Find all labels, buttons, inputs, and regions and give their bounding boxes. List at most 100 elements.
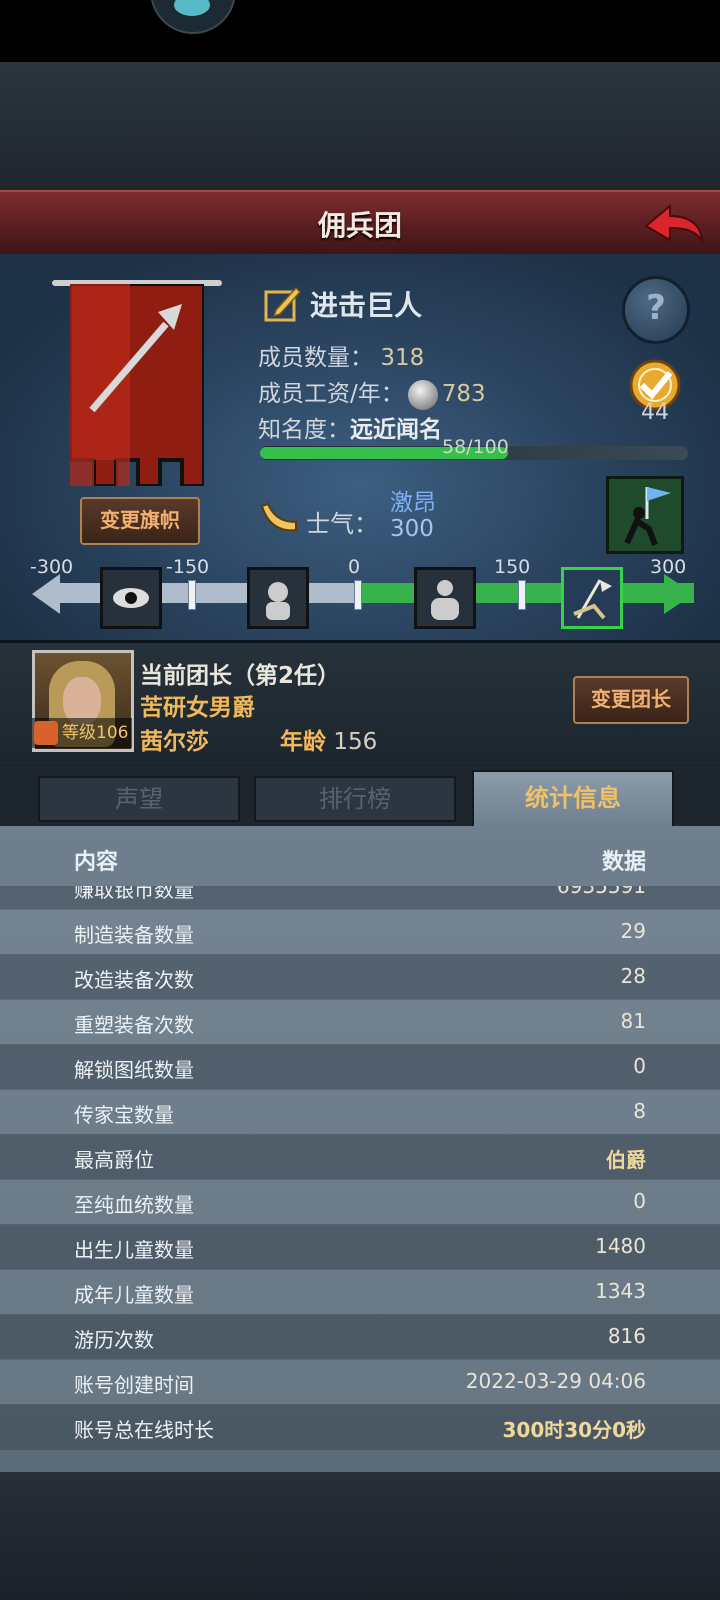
wage-label: 成员工资/年： (258, 381, 404, 407)
back-arrow-icon[interactable] (642, 200, 706, 248)
row-label: 成年儿童数量 (74, 1283, 194, 1307)
morale-value: 300 (390, 516, 434, 542)
morale-label: 士气： (306, 510, 378, 538)
fame-progress-bar: 58/100 (260, 436, 688, 460)
table-row: 赚取银币数量 6935591 (0, 886, 720, 910)
table-row: 改造装备次数 28 (0, 954, 720, 1000)
fame-value: 远近闻名 (350, 417, 442, 443)
change-flag-button[interactable]: 变更旗帜 (80, 497, 200, 545)
table-row: 重塑装备次数 81 (0, 999, 720, 1045)
table-row: 账号创建时间 2022-03-29 04:06 (0, 1359, 720, 1405)
horn-icon (260, 502, 297, 532)
table-row: 成年儿童数量 1343 (0, 1269, 720, 1315)
row-value: 816 (607, 1324, 646, 1348)
scale-tick (354, 580, 362, 610)
scale-label-min: -300 (30, 556, 74, 578)
charge-flag-icon (624, 487, 671, 547)
fame-stat: 知名度：远近闻名 (258, 410, 442, 444)
leader-level-badge: 等级106 (32, 718, 133, 748)
row-label: 赚取银币数量 (74, 886, 194, 902)
row-value: 2022-03-29 04:06 (465, 1369, 646, 1393)
help-button[interactable]: ? (622, 276, 690, 344)
question-icon: ? (646, 288, 666, 328)
column-data: 数据 (601, 850, 646, 875)
row-label: 重塑装备次数 (74, 1013, 194, 1037)
title-bar: 佣兵团 (0, 190, 720, 257)
leader-name: 茜尔莎 (140, 729, 209, 755)
table-row: 账号总在线时长 300时30分0秒 (0, 1404, 720, 1450)
row-value: 1480 (595, 1234, 646, 1258)
wage-stat: 成员工资/年： 783 (258, 374, 486, 410)
row-label: 传家宝数量 (74, 1103, 174, 1127)
guild-banner[interactable] (70, 284, 204, 486)
table-row: 最高爵位 伯爵 (0, 1134, 720, 1180)
row-value: 300时30分0秒 (502, 1418, 647, 1442)
header-backdrop (0, 62, 720, 190)
tab-statistics[interactable]: 统计信息 (472, 770, 674, 830)
members-stat: 成员数量： 318 (258, 338, 424, 372)
row-value: 6935591 (556, 886, 646, 898)
row-label: 至纯血统数量 (74, 1193, 194, 1217)
fame-progress-text: 58/100 (442, 436, 509, 458)
page-title: 佣兵团 (317, 209, 402, 242)
guild-name: 进击巨人 (310, 289, 423, 322)
edit-icon[interactable] (264, 284, 302, 322)
row-label: 改造装备次数 (74, 968, 194, 992)
row-label: 制造装备数量 (74, 923, 194, 947)
table-row: 至纯血统数量 0 (0, 1179, 720, 1225)
table-row: 解锁图纸数量 0 (0, 1044, 720, 1090)
row-value: 0 (633, 1189, 646, 1213)
row-value: 8 (633, 1099, 646, 1123)
row-label: 最高爵位 (74, 1148, 154, 1172)
scale-left-arrow (32, 574, 60, 614)
morale-despair-icon[interactable] (100, 567, 162, 629)
morale-scale-positive (360, 583, 694, 603)
fame-label: 知名度： (258, 417, 350, 443)
row-label: 游历次数 (74, 1328, 154, 1352)
leader-rank: 苦研女男爵 (140, 695, 255, 721)
change-leader-button[interactable]: 变更团长 (573, 676, 689, 724)
table-row: 游历次数 816 (0, 1314, 720, 1360)
scale-tick (188, 580, 196, 610)
morale-status-icon[interactable] (606, 476, 684, 554)
leader-age-label: 年龄 (280, 729, 326, 755)
leader-title: 当前团长（第2任） (140, 663, 341, 689)
morale-fear-icon[interactable] (247, 567, 309, 629)
column-content: 内容 (74, 850, 119, 875)
scale-tick (518, 580, 526, 610)
row-value: 伯爵 (606, 1148, 646, 1172)
silver-coin-icon (407, 379, 438, 410)
morale-calm-icon[interactable] (414, 567, 476, 629)
leader-age: 年龄 156 (280, 722, 377, 756)
level-crest-icon (34, 721, 58, 745)
row-value: 1343 (595, 1279, 646, 1303)
status-bar (0, 0, 720, 62)
leader-level: 等级106 (62, 723, 129, 743)
scale-label-high: 150 (494, 556, 531, 578)
tab-ranking[interactable]: 排行榜 (254, 776, 456, 822)
members-value: 318 (380, 345, 425, 371)
row-value: 0 (633, 1054, 646, 1078)
morale-excited-icon[interactable] (561, 567, 623, 629)
row-label: 账号创建时间 (74, 1373, 194, 1397)
table-row: 传家宝数量 8 (0, 1089, 720, 1135)
wage-value: 783 (441, 381, 486, 407)
morale-state: 激昂 (390, 490, 436, 516)
bird-icon (174, 0, 210, 16)
scale-right-arrow (664, 574, 694, 614)
scale-label-max: 300 (650, 556, 687, 578)
table-row: 出生儿童数量 1480 (0, 1224, 720, 1270)
scale-label-low: -150 (166, 556, 210, 578)
row-value: 29 (620, 919, 646, 943)
bottom-backdrop (0, 1472, 720, 1600)
scale-label-zero: 0 (348, 556, 361, 578)
tab-reputation[interactable]: 声望 (38, 776, 240, 822)
table-header: 内容 数据 (48, 836, 672, 884)
table-row: 制造装备数量 29 (0, 909, 720, 955)
row-label: 解锁图纸数量 (74, 1058, 194, 1082)
badge-count: 44 (641, 400, 669, 425)
row-label: 账号总在线时长 (74, 1418, 214, 1442)
leader-age-value: 156 (333, 729, 378, 755)
statistics-rows[interactable]: 赚取银币数量 6935591 制造装备数量 29 改造装备次数 28 重塑装备次数 81 解锁图… (0, 886, 720, 1470)
row-label: 出生儿童数量 (74, 1238, 194, 1262)
